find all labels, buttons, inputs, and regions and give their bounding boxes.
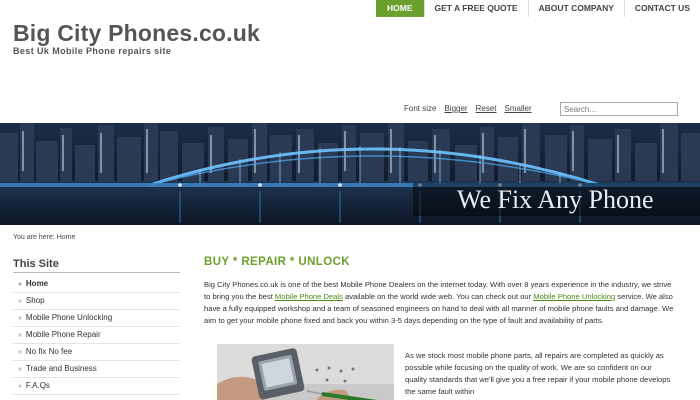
sidebar-item-no-fix-no-fee[interactable]: » No fix No fee — [13, 344, 180, 361]
sidebar-menu: » Home » Shop » Mobile Phone Unlocking » Mob… — [13, 276, 180, 395]
header-banner: We Fix Any Phone — [0, 123, 700, 225]
search-input[interactable] — [560, 102, 678, 116]
breadcrumb: You are here: Home — [13, 234, 75, 241]
content-title: BUY * REPAIR * UNLOCK — [204, 256, 350, 268]
top-nav: HOME GET A FREE QUOTE ABOUT COMPANY CONT… — [376, 0, 700, 17]
nav-home[interactable]: HOME — [376, 0, 424, 17]
nav-about-company[interactable]: ABOUT COMPANY — [527, 0, 624, 17]
banner-slogan: We Fix Any Phone — [413, 183, 700, 216]
sidebar-item-label: Home — [25, 279, 49, 288]
nav-free-quote[interactable]: GET A FREE QUOTE — [423, 0, 528, 17]
sidebar-item-label: No fix No fee — [25, 347, 73, 356]
sidebar-item-label: F.A.Qs — [25, 381, 50, 390]
nav-contact-us[interactable]: CONTACT US — [623, 0, 700, 17]
breadcrumb-current: Home — [56, 234, 76, 241]
bullet-icon: » — [18, 298, 22, 305]
site-tagline: Best Uk Mobile Phone repairs site — [13, 46, 172, 56]
bullet-icon: » — [18, 281, 22, 288]
mobile-phone-unlocking-link[interactable]: Mobile Phone Unlocking — [533, 292, 615, 301]
site-title[interactable]: Big City Phones.co.uk — [13, 20, 260, 47]
intro-text: available on the world wide web. You can… — [342, 292, 534, 301]
sidebar-item-label: Trade and Business — [25, 364, 97, 373]
sidebar-item-faqs[interactable]: » F.A.Qs — [13, 378, 180, 395]
bullet-icon: » — [18, 349, 22, 356]
sidebar-item-shop[interactable]: » Shop — [13, 293, 180, 310]
repair-paragraph: As we stock most mobile phone parts, all… — [405, 351, 671, 396]
sidebar-item-label: Shop — [25, 296, 45, 305]
bullet-icon: » — [18, 315, 22, 322]
mobile-phone-deals-link[interactable]: Mobile Phone Deals — [275, 292, 343, 301]
phone-repair-photo — [217, 344, 394, 400]
bullet-icon: » — [18, 332, 22, 339]
font-size-label: Font size — [404, 104, 437, 113]
font-reset-link[interactable]: Reset — [476, 104, 497, 113]
bullet-icon: » — [18, 383, 22, 390]
breadcrumb-prefix: You are here: — [13, 234, 55, 241]
font-smaller-link[interactable]: Smaller — [505, 104, 532, 113]
intro-paragraph: Big City Phones.co.uk is one of the best… — [204, 279, 674, 327]
sidebar-item-trade-business[interactable]: » Trade and Business — [13, 361, 180, 378]
sidebar-item-label: Mobile Phone Unlocking — [25, 313, 113, 322]
sidebar-item-label: Mobile Phone Repair — [25, 330, 101, 339]
bullet-icon: » — [18, 366, 22, 373]
sidebar-item-home[interactable]: » Home — [13, 276, 180, 293]
sidebar-title: This Site — [13, 258, 59, 270]
sidebar-divider — [13, 272, 180, 273]
sidebar-item-unlocking[interactable]: » Mobile Phone Unlocking — [13, 310, 180, 327]
font-bigger-link[interactable]: Bigger — [444, 104, 467, 113]
sidebar-item-repair[interactable]: » Mobile Phone Repair — [13, 327, 180, 344]
font-size-controls: Font size Bigger Reset Smaller — [404, 104, 532, 113]
